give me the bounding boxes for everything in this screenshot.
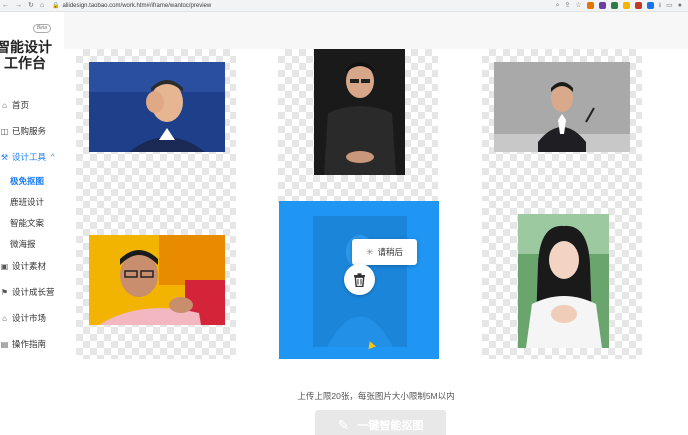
extension-icon[interactable] xyxy=(634,2,642,9)
uploaded-photo xyxy=(518,214,609,348)
main-content: ✳ 请稍后 上传上限20张，每张图片大小限制5M以内 ✎ 一键智能抠图 xyxy=(64,12,688,435)
sidebar-item-label: 设计素材 xyxy=(12,261,47,271)
extensions-bar: ⌕ ⇪ ☆ ⭳ ▭ ● xyxy=(556,2,688,9)
folder-icon[interactable] xyxy=(622,2,630,9)
sidebar-item-growth-camp[interactable]: ⚑ 设计成长营 xyxy=(0,284,55,300)
sidebar-item-label: 操作指南 xyxy=(12,339,47,349)
trash-icon xyxy=(354,272,365,287)
sidebar-subitem-cutout[interactable]: 极免抠图 xyxy=(10,175,44,189)
sidebar-item-label: 首页 xyxy=(12,100,30,110)
cta-label: 一键智能抠图 xyxy=(357,420,424,432)
tools-icon: ⚒ xyxy=(0,152,9,162)
zoom-icon[interactable]: ⌕ xyxy=(556,2,560,9)
share-icon[interactable]: ⇪ xyxy=(565,2,571,9)
download-icon[interactable]: ⭳ xyxy=(659,2,661,9)
extension-icon[interactable] xyxy=(610,2,618,9)
sidebar-subitem-copywriting[interactable]: 智能文案 xyxy=(10,217,44,231)
image-card[interactable] xyxy=(76,201,236,359)
sidebar-item-guide[interactable]: ▤ 操作指南 xyxy=(0,336,46,352)
delete-button[interactable] xyxy=(344,264,375,295)
url-text: aliidesign.taobao.com/work.htm#/iframe/w… xyxy=(62,2,212,9)
image-card[interactable] xyxy=(278,49,438,207)
sidebar-item-home[interactable]: ⌂ 首页 xyxy=(0,97,29,113)
smart-cutout-button[interactable]: ✎ 一键智能抠图 xyxy=(315,410,446,435)
uploaded-photo xyxy=(89,235,225,325)
beta-badge: Beta xyxy=(33,24,51,33)
image-card[interactable] xyxy=(482,49,642,207)
sidebar-item-label: 已购服务 xyxy=(12,126,47,136)
uploaded-photo xyxy=(314,49,405,175)
sidebar-item-label: 设计成长营 xyxy=(12,287,55,297)
sidebar-item-purchased[interactable]: ◫ 已购服务 xyxy=(0,123,46,139)
extension-icon[interactable] xyxy=(598,2,606,9)
browser-nav: ← → ↻ ⌂ xyxy=(0,1,52,11)
forward-icon[interactable]: → xyxy=(15,1,22,11)
brush-icon: ✎ xyxy=(337,416,350,433)
sidebar-item-market[interactable]: ⌂ 设计市场 xyxy=(0,310,46,326)
spinner-icon: ✳ xyxy=(365,246,374,257)
browser-toolbar: ← → ↻ ⌂ 🔒 aliidesign.taobao.com/work.htm… xyxy=(0,0,688,12)
sidebar-item-label: 设计市场 xyxy=(12,313,47,323)
chevron-up-icon: ^ xyxy=(51,153,55,161)
extension-icon[interactable] xyxy=(646,2,654,9)
header-band xyxy=(64,12,688,49)
uploaded-photo xyxy=(89,62,225,152)
app-window: ← → ↻ ⌂ 🔒 aliidesign.taobao.com/work.htm… xyxy=(0,0,688,435)
home-icon: ⌂ xyxy=(2,100,7,110)
window-icon[interactable]: ▭ xyxy=(666,2,673,9)
image-icon: ▣ xyxy=(0,261,9,271)
uploaded-photo xyxy=(494,62,630,152)
sidebar-subitem-poster[interactable]: 微海报 xyxy=(10,238,36,252)
sidebar: Beta 智能设计 工作台 ⌂ 首页 ◫ 已购服务 ⚒ 设计工具 ^ 极免抠图 … xyxy=(0,12,64,435)
loading-tooltip: ✳ 请稍后 xyxy=(352,239,417,265)
book-icon: ▤ xyxy=(0,339,9,349)
loading-text: 请稍后 xyxy=(377,247,404,257)
sidebar-item-design-tools[interactable]: ⚒ 设计工具 ^ xyxy=(0,149,54,165)
image-card[interactable] xyxy=(76,49,236,207)
sidebar-subitem-luban[interactable]: 鹿班设计 xyxy=(10,196,44,210)
bag-icon: ◫ xyxy=(0,126,9,136)
image-card[interactable] xyxy=(482,201,642,359)
upload-limit-hint: 上传上限20张，每张图片大小限制5M以内 xyxy=(297,391,455,401)
profile-icon[interactable]: ● xyxy=(678,2,682,9)
lock-icon: 🔒 xyxy=(52,3,60,9)
address-bar[interactable]: 🔒 aliidesign.taobao.com/work.htm#/iframe… xyxy=(52,2,556,10)
home-icon[interactable]: ⌂ xyxy=(40,1,44,11)
logo-subtitle: 工作台 xyxy=(4,55,46,71)
bookmark-star-icon[interactable]: ☆ xyxy=(575,2,581,9)
reload-icon[interactable]: ↻ xyxy=(28,1,34,11)
image-card-selected[interactable]: ✳ 请稍后 xyxy=(279,201,439,359)
extension-icon[interactable] xyxy=(586,2,594,9)
sidebar-item-label: 设计工具 xyxy=(12,152,47,162)
sidebar-item-materials[interactable]: ▣ 设计素材 xyxy=(0,258,46,274)
back-icon[interactable]: ← xyxy=(2,1,9,11)
shop-icon: ⌂ xyxy=(2,313,7,323)
flag-icon: ⚑ xyxy=(0,287,9,297)
